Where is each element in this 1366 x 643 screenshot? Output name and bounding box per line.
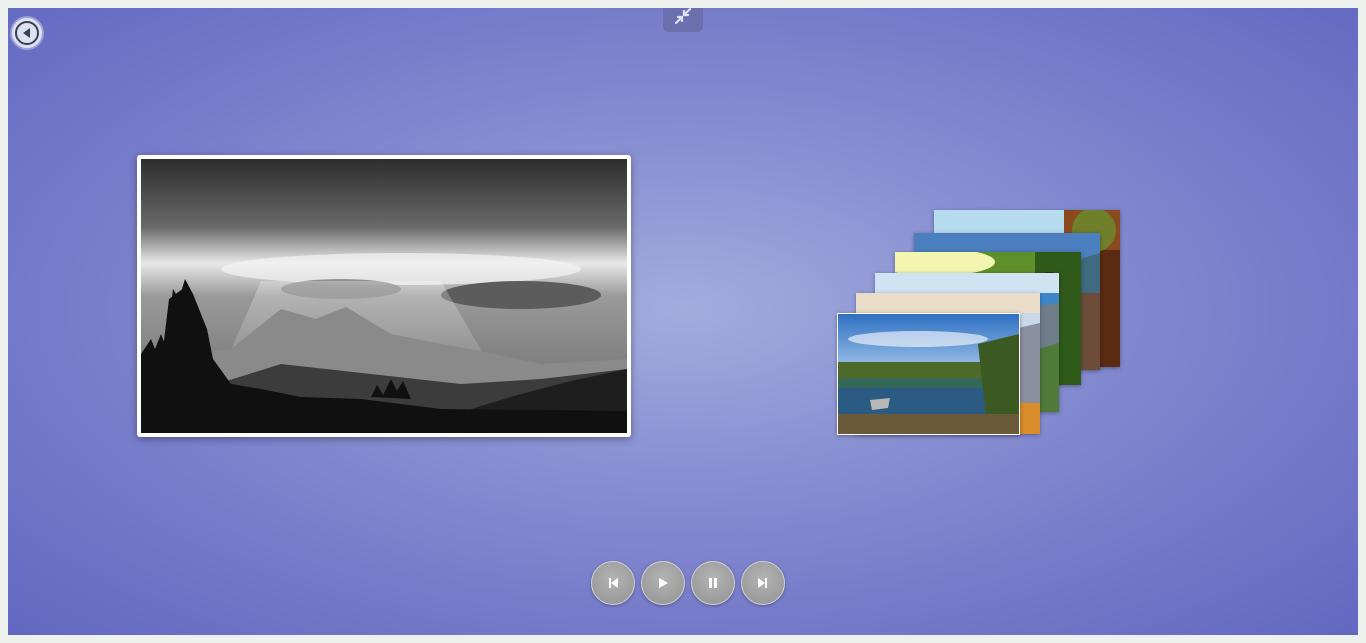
pause-icon [709,578,717,588]
thumbnail-card[interactable] [837,313,1020,435]
skip-next-icon [758,578,767,588]
play-icon [659,578,668,588]
playback-controls [591,561,785,605]
play-button[interactable] [641,561,685,605]
lake-with-boat-and-trees-thumbnail [838,314,1019,434]
slideshow-stage [8,8,1358,635]
previous-button[interactable] [591,561,635,605]
skip-previous-icon [609,578,618,588]
black-and-white-mountain-sun-rays-photo [141,159,627,433]
back-arrow-circle-icon [15,21,39,45]
next-button[interactable] [741,561,785,605]
main-slide-image[interactable] [137,155,631,437]
back-button[interactable] [12,18,42,48]
exit-fullscreen-button[interactable] [663,8,703,32]
pause-button[interactable] [691,561,735,605]
exit-fullscreen-icon [674,8,692,25]
